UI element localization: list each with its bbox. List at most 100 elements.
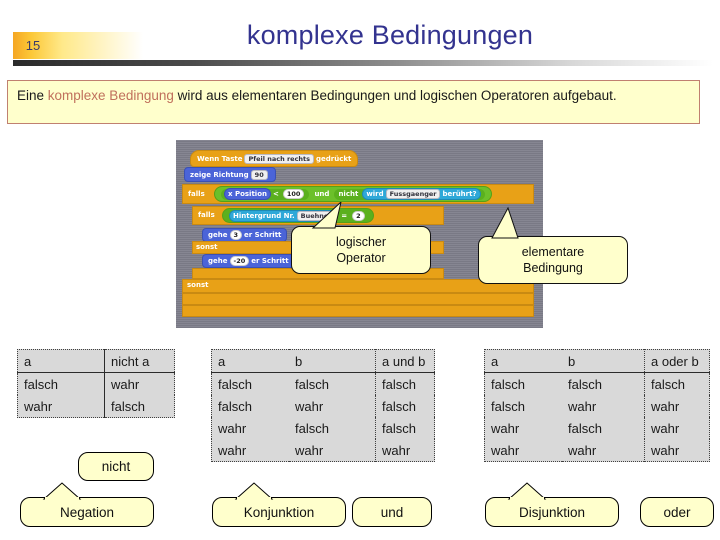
- label-und: und: [380, 504, 404, 520]
- callout-elementary-condition-line1: elementare: [521, 245, 585, 259]
- table-cell: falsch: [375, 395, 435, 417]
- scratch-label-less-than: <: [273, 190, 279, 198]
- scratch-block-not-operator: nicht wird Fussgaenger berührt?: [334, 188, 485, 200]
- table-cell: wahr: [644, 417, 710, 439]
- table-row: a b a oder b: [484, 349, 710, 373]
- label-negation: Negation: [59, 504, 115, 520]
- table-cell: wahr: [644, 439, 710, 462]
- scratch-label-not: nicht: [338, 190, 359, 198]
- table-row: falsch wahr: [18, 372, 175, 395]
- table-cell: wahr: [568, 399, 597, 414]
- page-title: komplexe Bedingungen: [246, 20, 534, 50]
- scratch-label-backdrop: Hintergrund Nr.: [233, 211, 295, 220]
- table-cell: falsch: [104, 395, 175, 418]
- label-oder: oder: [663, 504, 691, 520]
- scratch-field-move-b: -20: [229, 256, 250, 266]
- table-header-cell: a: [211, 349, 289, 373]
- table-row: a b a und b: [211, 349, 435, 373]
- table-cell: wahr: [218, 421, 247, 436]
- label-nicht: nicht: [101, 459, 131, 474]
- label-callout-disjunktion: Disjunktion: [485, 497, 619, 527]
- scratch-dropdown-direction: 90: [250, 169, 268, 180]
- label-disjunktion: Disjunktion: [518, 504, 586, 520]
- callout-elementary-condition-tail: [491, 206, 519, 239]
- definition-highlight: komplexe Bedingung: [47, 88, 174, 103]
- scratch-field-move-a: 3: [229, 230, 243, 240]
- callout-logical-operator-line2: Operator: [336, 251, 386, 265]
- table-header-cell: nicht a: [104, 349, 175, 373]
- header-divider: [13, 60, 713, 66]
- truth-table-disjunktion: a b a oder b falsch falsch falsch falsch…: [484, 349, 710, 462]
- label-callout-oder: oder: [640, 497, 714, 527]
- table-cell: falsch: [491, 377, 525, 392]
- konjunktion-notch-icon: [234, 482, 274, 500]
- table-row: wahr wahr wahr: [212, 439, 435, 462]
- label-callout-negation: Negation: [20, 497, 154, 527]
- negation-notch-icon: [42, 482, 82, 500]
- definition-text-before: Eine: [17, 88, 48, 103]
- scratch-block-point-direction: zeige Richtung 90: [184, 167, 276, 182]
- table-cell: falsch: [24, 377, 58, 392]
- scratch-label-else-inner: sonst: [196, 242, 218, 251]
- scratch-label-touching-end: berührt?: [442, 190, 477, 198]
- scratch-block-when-key-pressed: Wenn Taste Pfeil nach rechts gedrückt: [190, 150, 359, 167]
- table-cell: falsch: [568, 377, 602, 392]
- scratch-block-move-b: gehe -20 er Schritt: [202, 254, 295, 268]
- label-callout-nicht: nicht: [78, 452, 154, 481]
- truth-table-negation: a nicht a falsch wahr wahr falsch: [17, 349, 175, 418]
- slide-number: 15: [25, 38, 41, 53]
- scratch-field-100: 100: [282, 189, 305, 199]
- table-header-cell: a oder b: [644, 349, 710, 373]
- table-row: a nicht a: [17, 349, 175, 373]
- table-row: wahr falsch wahr: [485, 417, 710, 439]
- scratch-label-move-a-unit: er Schritt: [244, 231, 282, 239]
- scratch-block-move-a: gehe 3 er Schritt: [202, 228, 288, 242]
- table-cell: wahr: [491, 421, 520, 436]
- label-konjunktion: Konjunktion: [243, 504, 315, 520]
- table-header-cell: a und b: [375, 349, 435, 373]
- table-cell: wahr: [104, 372, 175, 395]
- table-cell: wahr: [568, 443, 597, 458]
- table-cell: falsch: [644, 372, 710, 395]
- table-cell: falsch: [491, 399, 525, 414]
- callout-elementary-condition-line2: Bedingung: [523, 261, 583, 275]
- table-cell: falsch: [375, 417, 435, 439]
- scratch-dropdown-key: Pfeil nach rechts: [244, 153, 315, 164]
- table-row: falsch wahr falsch: [212, 395, 435, 417]
- table-header-cell: a: [17, 349, 105, 373]
- callout-elementary-condition: elementare Bedingung: [478, 236, 628, 284]
- scratch-reporter-x-position: x Position: [224, 188, 271, 200]
- table-cell: falsch: [375, 372, 435, 395]
- table-row: wahr falsch: [18, 395, 175, 418]
- definition-box: Eine komplexe Bedingung wird aus element…: [7, 80, 700, 124]
- scratch-label-touching: wird: [366, 190, 384, 198]
- callout-logical-operator: logischer Operator: [291, 226, 431, 274]
- table-row: falsch falsch falsch: [485, 372, 710, 395]
- scratch-block-if-outer-close: [182, 305, 534, 317]
- disjunktion-notch-icon: [507, 482, 547, 500]
- table-row: falsch falsch falsch: [212, 372, 435, 395]
- table-row: wahr wahr wahr: [485, 439, 710, 462]
- scratch-label-point-direction: zeige Richtung: [190, 170, 249, 179]
- table-cell: wahr: [644, 395, 710, 417]
- table-row: wahr falsch falsch: [212, 417, 435, 439]
- table-cell: wahr: [375, 439, 435, 462]
- table-row: falsch wahr wahr: [485, 395, 710, 417]
- callout-logical-operator-tail: [311, 202, 342, 229]
- table-cell: falsch: [295, 421, 329, 436]
- table-cell: falsch: [218, 399, 252, 414]
- table-header-cell: a: [484, 349, 562, 373]
- scratch-block-touching: wird Fussgaenger berührt?: [362, 188, 481, 200]
- scratch-label-else-outer: sonst: [187, 281, 209, 289]
- scratch-label-if-outer: falls: [188, 189, 205, 198]
- scratch-label-move-a: gehe: [208, 231, 228, 239]
- scratch-label-if-inner: falls: [198, 211, 215, 219]
- scratch-label-move-b-unit: er Schritt: [251, 257, 289, 265]
- table-header-cell: b: [562, 349, 645, 373]
- table-cell: falsch: [218, 377, 252, 392]
- table-cell: wahr: [295, 443, 324, 458]
- slide-header: 15 komplexe Bedingungen: [0, 0, 720, 75]
- definition-text-after: wird aus elementaren Bedingungen und log…: [173, 88, 617, 103]
- table-cell: wahr: [218, 443, 247, 458]
- table-header-cell: b: [289, 349, 376, 373]
